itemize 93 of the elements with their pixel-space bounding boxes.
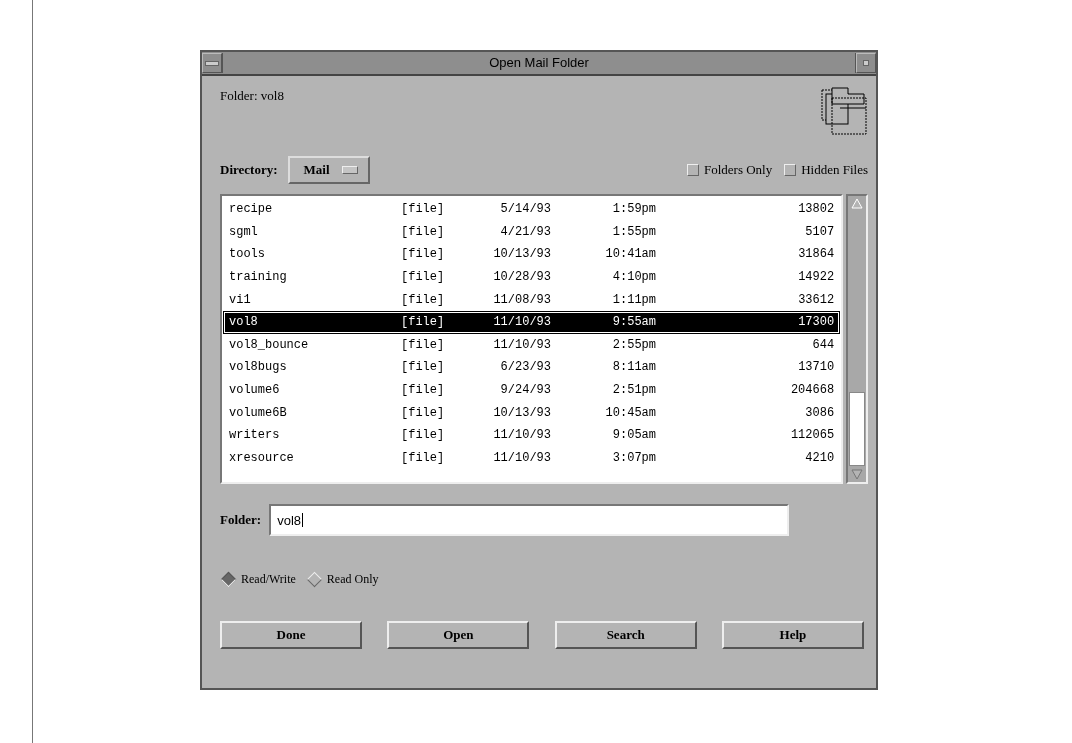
file-size: 4210 xyxy=(804,450,835,465)
file-size: 3086 xyxy=(804,405,835,420)
file-row[interactable]: recipe [file] 5/14/93 1:59pm 13802 xyxy=(223,198,841,221)
file-time: 9:55am xyxy=(611,315,656,330)
file-type: [file] xyxy=(401,224,446,239)
window-title: Open Mail Folder xyxy=(222,53,856,73)
file-name: xresource xyxy=(229,450,295,465)
radio-label[interactable]: Read/Write xyxy=(241,572,296,587)
file-type: [file] xyxy=(401,405,446,420)
file-row[interactable]: vol8 [file] 11/10/93 9:55am 17300 xyxy=(223,310,841,334)
file-size: 112065 xyxy=(789,428,835,443)
dialog-button[interactable]: Help xyxy=(722,621,864,649)
file-row[interactable]: xresource [file] 11/10/93 3:07pm 4210 xyxy=(223,446,841,470)
file-name: volume6B xyxy=(229,405,288,420)
file-size: 31864 xyxy=(797,247,835,262)
dialog-button[interactable]: Open xyxy=(387,621,530,649)
file-type: [file] xyxy=(401,315,446,330)
file-date: 6/23/93 xyxy=(499,360,551,375)
current-folder-label: Folder: vol8 xyxy=(220,88,284,104)
file-row[interactable]: tools [file] 10/13/93 10:41am 31864 xyxy=(223,243,841,266)
radio-label[interactable]: Read Only xyxy=(326,572,379,587)
file-size: 204668 xyxy=(789,383,835,398)
window-menu-button[interactable] xyxy=(202,53,222,73)
file-name: vol8_bounce xyxy=(229,337,310,352)
file-size: 17300 xyxy=(797,315,835,330)
file-name: training xyxy=(229,270,288,285)
file-date: 5/14/93 xyxy=(499,202,551,217)
file-type: [file] xyxy=(401,450,446,465)
file-time: 2:55pm xyxy=(611,337,656,352)
folder-field[interactable]: vol8 xyxy=(269,504,790,536)
file-date: 11/10/93 xyxy=(492,450,551,465)
file-time: 9:05am xyxy=(611,428,656,443)
file-name: vol8 xyxy=(229,315,259,330)
file-date: 4/21/93 xyxy=(499,224,551,239)
file-time: 1:59pm xyxy=(611,202,656,217)
checkbox-label[interactable]: Hidden Files xyxy=(801,162,868,178)
file-row[interactable]: volume6B [file] 10/13/93 10:45am 3086 xyxy=(223,401,841,424)
file-row[interactable]: vi1 [file] 11/08/93 1:11pm 33612 xyxy=(223,288,841,311)
file-time: 1:55pm xyxy=(611,224,656,239)
file-size: 14922 xyxy=(797,270,835,285)
directory-label: Directory: xyxy=(220,162,278,178)
file-row[interactable]: training [file] 10/28/93 4:10pm 14922 xyxy=(223,265,841,289)
checkbox-label[interactable]: Folders Only xyxy=(703,162,773,178)
file-type: [file] xyxy=(401,202,446,217)
file-row[interactable]: vol8bugs [file] 6/23/93 8:11am 13710 xyxy=(223,356,841,379)
file-time: 1:11pm xyxy=(611,292,656,307)
file-date: 10/28/93 xyxy=(492,270,551,285)
file-date: 11/08/93 xyxy=(492,292,551,307)
dialog-button[interactable]: Search xyxy=(554,621,697,649)
file-date: 10/13/93 xyxy=(492,405,551,420)
folders-icon xyxy=(820,86,868,136)
folder-label: Folder: xyxy=(220,512,262,528)
file-time: 8:11am xyxy=(611,360,656,375)
file-type: [file] xyxy=(401,428,446,443)
file-time: 10:45am xyxy=(604,405,656,420)
file-name: tools xyxy=(229,247,266,262)
scrollbar[interactable] xyxy=(846,194,868,484)
file-date: 11/10/93 xyxy=(492,337,551,352)
scroll-thumb[interactable] xyxy=(849,392,866,466)
file-type: [file] xyxy=(401,247,446,262)
file-date: 10/13/93 xyxy=(492,247,551,262)
file-row[interactable]: volume6 [file] 9/24/93 2:51pm 204668 xyxy=(223,378,841,402)
file-name: vi1 xyxy=(229,292,252,307)
checkbox[interactable] xyxy=(686,164,699,176)
file-row[interactable]: vol8_bounce [file] 11/10/93 2:55pm 644 xyxy=(223,333,841,357)
file-size: 644 xyxy=(811,337,835,352)
file-size: 33612 xyxy=(797,292,835,307)
file-name: recipe xyxy=(229,202,274,217)
dialog-button[interactable]: Done xyxy=(220,621,362,649)
file-name: volume6 xyxy=(229,383,281,398)
file-size: 5107 xyxy=(804,224,835,239)
file-time: 10:41am xyxy=(604,247,656,262)
file-name: sgml xyxy=(229,224,259,239)
file-date: 11/10/93 xyxy=(492,315,551,330)
file-type: [file] xyxy=(401,337,446,352)
file-size: 13710 xyxy=(797,360,835,375)
file-type: [file] xyxy=(401,360,446,375)
file-date: 9/24/93 xyxy=(499,383,551,398)
file-type: [file] xyxy=(401,270,446,285)
directory-menu[interactable]: Mail xyxy=(287,156,370,184)
file-row[interactable]: writers [file] 11/10/93 9:05am 112065 xyxy=(223,423,841,447)
maximize-button[interactable] xyxy=(856,53,876,73)
file-time: 4:10pm xyxy=(611,270,656,285)
file-name: vol8bugs xyxy=(229,360,288,375)
file-size: 13802 xyxy=(797,202,835,217)
file-date: 11/10/93 xyxy=(492,428,551,443)
file-row[interactable]: sgml [file] 4/21/93 1:55pm 5107 xyxy=(223,220,841,244)
checkbox[interactable] xyxy=(784,164,797,176)
file-type: [file] xyxy=(401,383,446,398)
file-time: 3:07pm xyxy=(611,450,656,465)
file-type: [file] xyxy=(401,292,446,307)
file-time: 2:51pm xyxy=(611,383,656,398)
file-name: writers xyxy=(229,428,281,443)
